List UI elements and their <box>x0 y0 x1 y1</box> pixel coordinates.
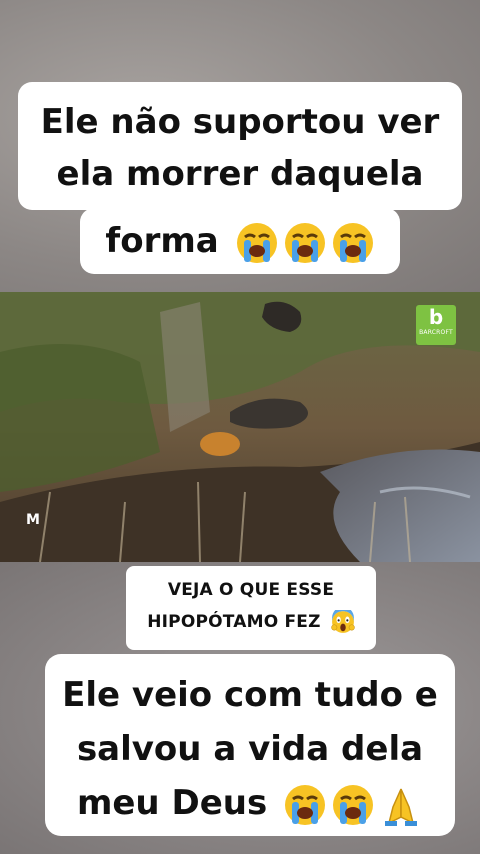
middle-caption-box: VEJA O QUE ESSE HIPOPÓTAMO FEZ <box>126 566 376 650</box>
barcroft-logo-letter: b <box>428 305 444 329</box>
bottom-caption-line-1: Ele veio com tudo e <box>62 675 438 715</box>
folded-hands-icon <box>379 783 423 827</box>
barcroft-logo-text: BARCROFT <box>419 329 453 336</box>
loudly-crying-face-icon <box>235 221 279 265</box>
middle-caption-line-1: VEJA O QUE ESSE <box>167 580 335 600</box>
watermark-m: M <box>26 512 40 528</box>
bottom-caption-line-2: salvou a vida dela <box>76 729 424 769</box>
face-screaming-in-fear-icon <box>331 610 355 634</box>
top-caption-line-3: forma <box>105 221 219 261</box>
top-caption-box: Ele não suportou ver ela morrer daquela <box>18 82 462 210</box>
barcroft-logo: b BARCROFT <box>416 305 456 345</box>
loudly-crying-face-icon <box>331 783 375 827</box>
top-caption-line-2: ela morrer daquela <box>56 154 424 194</box>
top-caption-line-1: Ele não suportou ver <box>40 102 440 142</box>
video-scene <box>0 292 480 562</box>
bottom-caption-box: Ele veio com tudo e salvou a vida dela m… <box>45 654 455 836</box>
top-caption-box-2: forma <box>80 208 400 274</box>
loudly-crying-face-icon <box>331 221 375 265</box>
middle-caption-line-2: HIPOPÓTAMO FEZ <box>147 612 321 632</box>
loudly-crying-face-icon <box>283 221 327 265</box>
bottom-caption-line-3: meu Deus <box>76 783 268 823</box>
loudly-crying-face-icon <box>283 783 327 827</box>
video-frame[interactable] <box>0 292 480 562</box>
